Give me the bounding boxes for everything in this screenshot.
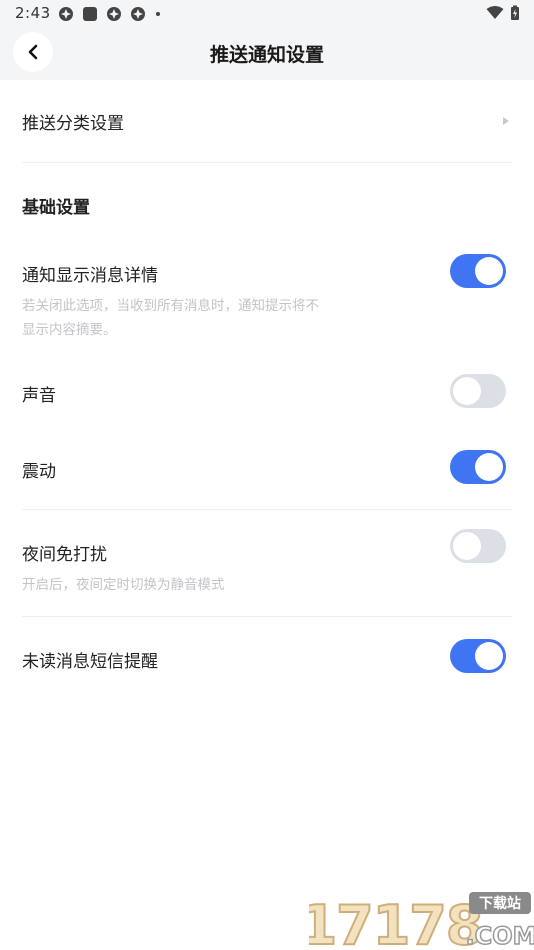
app-notification-icon bbox=[59, 7, 73, 21]
toggle-knob bbox=[475, 642, 503, 670]
push-category-settings-row[interactable]: 推送分类设置 bbox=[22, 80, 512, 163]
setting-unread-sms-reminder: 未读消息短信提醒 bbox=[22, 639, 512, 677]
watermark-domain: .COM bbox=[465, 922, 534, 950]
settings-content: 推送分类设置 基础设置 通知显示消息详情 若关闭此选项，当收到所有消息时，通知提… bbox=[0, 80, 534, 677]
setting-sound: 声音 bbox=[22, 374, 512, 411]
setting-description: 若关闭此选项，当收到所有消息时，通知提示将不显示内容摘要。 bbox=[22, 298, 319, 338]
app-notification-icon bbox=[131, 7, 145, 21]
screen: 2:43 推送通知设置 推送分类设置 基础设置 通知显示消息详情 若关闭此选项，… bbox=[0, 0, 534, 950]
setting-notification-details: 通知显示消息详情 若关闭此选项，当收到所有消息时，通知提示将不显示内容摘要。 bbox=[22, 254, 512, 338]
system-icons bbox=[486, 5, 520, 21]
sound-toggle[interactable] bbox=[450, 374, 506, 408]
status-bar: 2:43 bbox=[0, 0, 534, 28]
setting-label: 震动 bbox=[22, 462, 56, 482]
vibration-toggle[interactable] bbox=[450, 450, 506, 484]
toggle-knob bbox=[453, 532, 481, 560]
toggle-knob bbox=[475, 257, 503, 285]
app-notification-icon bbox=[107, 7, 121, 21]
setting-description: 开启后，夜间定时切换为静音模式 bbox=[22, 577, 225, 593]
setting-label: 夜间免打扰 bbox=[22, 545, 107, 565]
top-area: 2:43 推送通知设置 bbox=[0, 0, 534, 80]
setting-vibration: 震动 bbox=[22, 450, 512, 487]
app-square-icon bbox=[83, 7, 97, 21]
page-title: 推送通知设置 bbox=[209, 44, 324, 66]
section-title: 基础设置 bbox=[22, 198, 90, 218]
wifi-icon bbox=[486, 6, 504, 19]
navigation-bar: 推送通知设置 bbox=[0, 28, 534, 80]
divider bbox=[22, 509, 512, 510]
setting-label: 通知显示消息详情 bbox=[22, 266, 158, 286]
status-time: 2:43 bbox=[15, 4, 51, 22]
setting-label: 未读消息短信提醒 bbox=[22, 652, 158, 672]
toggle-knob bbox=[453, 377, 481, 405]
setting-label: 声音 bbox=[22, 386, 56, 406]
battery-icon bbox=[511, 5, 519, 20]
chevron-right-icon bbox=[503, 117, 509, 125]
setting-night-do-not-disturb: 夜间免打扰 开启后，夜间定时切换为静音模式 bbox=[22, 529, 512, 594]
watermark-number: 17178 bbox=[309, 894, 482, 950]
more-notifications-dot-icon bbox=[156, 12, 160, 16]
unread-sms-reminder-toggle[interactable] bbox=[450, 639, 506, 673]
toggle-knob bbox=[475, 453, 503, 481]
divider bbox=[22, 616, 512, 617]
night-do-not-disturb-toggle[interactable] bbox=[450, 529, 506, 563]
site-watermark-logo: 17178 下载站 .COM bbox=[309, 892, 534, 950]
notification-details-toggle[interactable] bbox=[450, 254, 506, 288]
notification-icons bbox=[58, 6, 160, 22]
push-category-label: 推送分类设置 bbox=[22, 113, 124, 134]
watermark-badge: 下载站 bbox=[479, 895, 521, 912]
